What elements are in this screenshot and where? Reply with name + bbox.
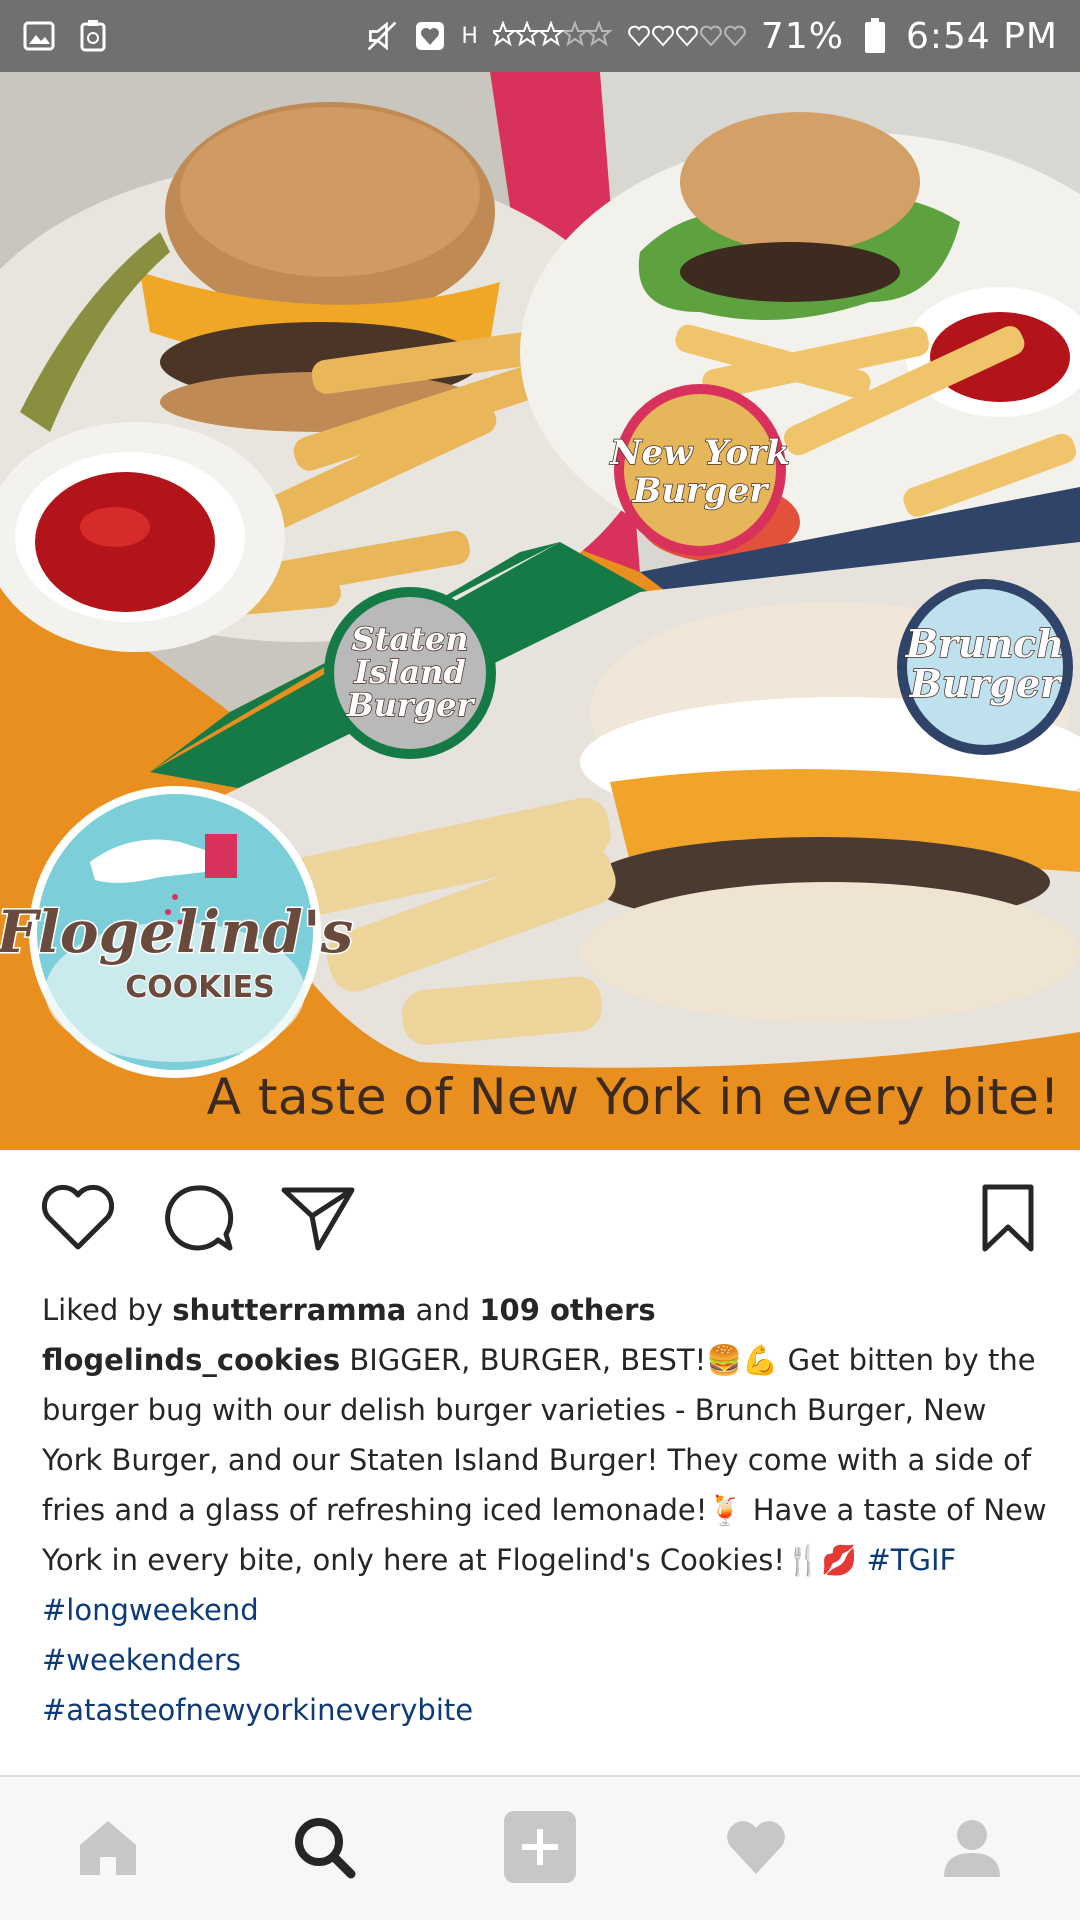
badge-brunch: Brunch Burger: [897, 579, 1073, 755]
logo-brand-text: Flogelind's: [0, 898, 353, 966]
nav-activity[interactable]: [716, 1809, 796, 1889]
badge-brunch-line1: Brunch: [905, 621, 1064, 666]
hashtag-link[interactable]: #TGIF: [866, 1543, 956, 1577]
badge-brunch-line2: Burger: [909, 661, 1064, 706]
post-tagline: A taste of New York in every bite!: [206, 1068, 1060, 1126]
caption: flogelinds_cookies BIGGER, BURGER, BEST!…: [42, 1335, 1052, 1735]
battery-percent: 71%: [760, 15, 844, 57]
hashtag-link[interactable]: #atasteofnewyorkineverybite: [42, 1685, 1052, 1735]
network-type-label: H: [461, 23, 479, 49]
nav-home[interactable]: [68, 1809, 148, 1889]
profile-icon: [940, 1815, 1004, 1883]
battery-icon: [858, 18, 892, 53]
badge-new-york-line2: Burger: [632, 471, 770, 511]
clock: 6:54 PM: [905, 15, 1058, 57]
bookmark-icon: [981, 1183, 1035, 1257]
comment-icon: [162, 1182, 234, 1258]
likes-middle: and: [415, 1293, 471, 1327]
nav-profile[interactable]: [932, 1809, 1012, 1889]
home-icon: [76, 1817, 140, 1881]
gallery-icon: [22, 19, 56, 53]
heart-notification-icon: [413, 19, 447, 53]
liked-by-user-link[interactable]: shutterramma: [172, 1293, 406, 1327]
post-action-bar: [0, 1150, 1080, 1290]
likes-prefix: Liked by: [42, 1293, 164, 1327]
post-image[interactable]: New York Burger Staten Island Burger Bru…: [0, 72, 1080, 1150]
like-button[interactable]: [38, 1180, 118, 1260]
status-bar: H 71% 6:54 PM: [0, 0, 1080, 72]
nav-add-post[interactable]: [500, 1809, 580, 1889]
heart-outline-icon: [40, 1183, 116, 1257]
bottom-navigation: [0, 1775, 1080, 1920]
activity-heart-icon: [724, 1818, 788, 1880]
comment-button[interactable]: [158, 1180, 238, 1260]
badge-new-york-line1: New York: [609, 433, 789, 473]
post-caption-area: Liked by shutterramma and 109 others flo…: [42, 1285, 1052, 1735]
likes-others-link[interactable]: 109 others: [479, 1293, 655, 1327]
nav-search[interactable]: [284, 1809, 364, 1889]
mute-icon: [365, 19, 399, 53]
recycle-icon: [76, 19, 110, 53]
hashtag-link[interactable]: #weekenders: [42, 1635, 1052, 1685]
share-button[interactable]: [278, 1180, 358, 1260]
likes-line: Liked by shutterramma and 109 others: [42, 1285, 1052, 1335]
post-image-artwork: New York Burger Staten Island Burger Bru…: [0, 72, 1080, 1150]
logo-sub-text: COOKIES: [125, 970, 275, 1005]
caption-text: BIGGER, BURGER, BEST!🍔💪 Get bitten by th…: [42, 1343, 1047, 1577]
badge-staten-line3: Burger: [346, 686, 476, 724]
search-icon: [292, 1815, 356, 1883]
wifi-hearts-icon: [627, 19, 747, 53]
add-post-icon: [504, 1810, 576, 1887]
hashtag-link[interactable]: #longweekend: [42, 1585, 1052, 1635]
save-button[interactable]: [968, 1180, 1048, 1260]
badge-staten-island: Staten Island Burger: [324, 587, 496, 759]
signal-icon: [492, 19, 613, 53]
caption-username-link[interactable]: flogelinds_cookies: [42, 1343, 340, 1377]
send-icon: [280, 1182, 356, 1258]
